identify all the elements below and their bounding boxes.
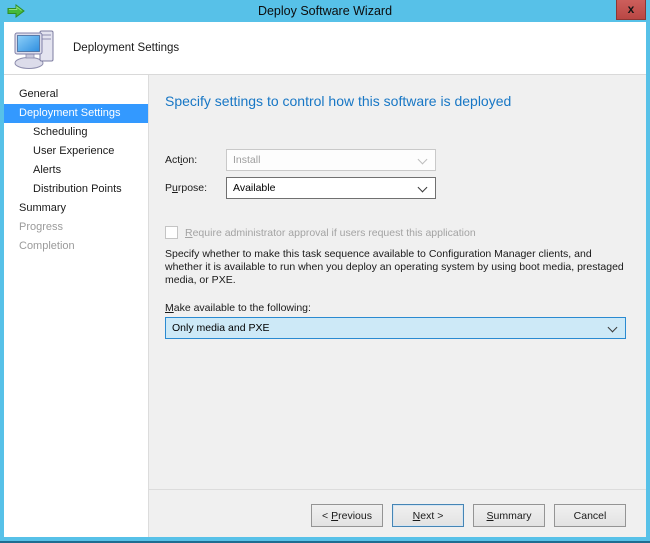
summary-button[interactable]: Summary — [473, 504, 545, 527]
sidebar-item-general[interactable]: General — [4, 85, 148, 104]
purpose-label: Purpose: — [165, 182, 226, 194]
action-value: Install — [233, 154, 260, 166]
sidebar-item-progress: Progress — [4, 218, 148, 237]
description-text: Specify whether to make this task sequen… — [165, 248, 626, 287]
make-available-dropdown[interactable]: Only media and PXE — [165, 317, 626, 339]
header-title: Deployment Settings — [73, 42, 179, 54]
wizard-arrow-icon — [7, 4, 25, 18]
action-label: Action: — [165, 154, 226, 166]
form-rows: Action: Install Purpose: Available — [165, 149, 626, 199]
next-button-label: Next > — [413, 510, 444, 522]
chevron-down-icon — [608, 323, 618, 333]
sidebar-item-summary[interactable]: Summary — [4, 199, 148, 218]
header: Deployment Settings — [4, 22, 646, 75]
content-pane: Specify settings to control how this sof… — [149, 75, 646, 537]
purpose-dropdown[interactable]: Available — [226, 177, 436, 199]
sidebar-item-alerts[interactable]: Alerts — [4, 161, 148, 180]
footer: < Previous Next > Summary Cancel — [149, 489, 646, 537]
next-button[interactable]: Next > — [392, 504, 464, 527]
cancel-button[interactable]: Cancel — [554, 504, 626, 527]
deploy-software-wizard-window: Deploy Software Wizard x — [0, 0, 650, 543]
previous-button-label: < Previous — [322, 510, 372, 522]
purpose-value: Available — [233, 182, 275, 194]
make-available-label: Make available to the following: — [165, 302, 626, 314]
action-row: Action: Install — [165, 149, 626, 171]
titlebar[interactable]: Deploy Software Wizard x — [0, 0, 650, 22]
make-available-value: Only media and PXE — [172, 322, 269, 334]
close-icon: x — [628, 3, 635, 15]
sidebar-item-distribution-points[interactable]: Distribution Points — [4, 180, 148, 199]
wizard-body: General Deployment Settings Scheduling U… — [4, 75, 646, 537]
approval-row: Require administrator approval if users … — [165, 226, 626, 239]
wizard-frame: Deployment Settings General Deployment S… — [4, 22, 646, 537]
purpose-row: Purpose: Available — [165, 177, 626, 199]
sidebar-item-scheduling[interactable]: Scheduling — [4, 123, 148, 142]
previous-button[interactable]: < Previous — [311, 504, 383, 527]
approval-label: Require administrator approval if users … — [185, 227, 476, 239]
page-heading: Specify settings to control how this sof… — [165, 93, 626, 109]
sidebar-item-completion: Completion — [4, 237, 148, 256]
cancel-button-label: Cancel — [574, 510, 607, 522]
sidebar-item-user-experience[interactable]: User Experience — [4, 142, 148, 161]
summary-button-label: Summary — [487, 510, 532, 522]
action-dropdown: Install — [226, 149, 436, 171]
chevron-down-icon — [418, 183, 428, 193]
chevron-down-icon — [418, 155, 428, 165]
close-button[interactable]: x — [616, 0, 646, 20]
sidebar: General Deployment Settings Scheduling U… — [4, 75, 149, 537]
window-title: Deploy Software Wizard — [258, 4, 392, 18]
sidebar-item-deployment-settings[interactable]: Deployment Settings — [4, 104, 148, 123]
content-main: Specify settings to control how this sof… — [149, 75, 646, 489]
computer-icon — [13, 28, 57, 70]
approval-checkbox — [165, 226, 178, 239]
